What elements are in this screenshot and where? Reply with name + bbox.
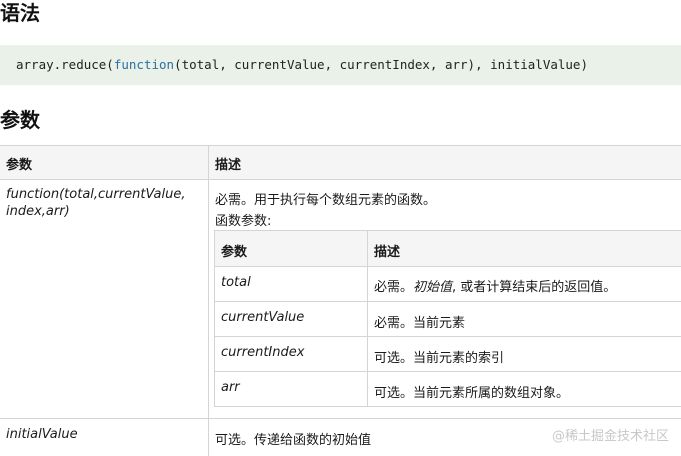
inner-header-desc: 描述: [374, 245, 401, 260]
inner-desc-total-italic: 初始值: [413, 280, 453, 295]
watermark: @稀土掘金技术社区: [551, 429, 669, 444]
param-initialvalue: initialValue: [6, 427, 78, 442]
param-function-line2: index,arr): [6, 204, 70, 219]
code-block: array.reduce(function(total, currentValu…: [0, 45, 681, 85]
inner-desc-total: 必需。初始值, 或者计算结束后的返回值。: [374, 276, 616, 295]
desc-function-line1: 必需。用于执行每个数组元素的函数。: [215, 193, 437, 208]
inner-header-param: 参数: [221, 245, 248, 260]
inner-param-arr: arr: [221, 380, 240, 395]
desc-initialvalue: 可选。传递给函数的初始值: [215, 433, 372, 448]
code-text-before: array.reduce(: [16, 57, 114, 72]
table-header-row: [0, 145, 681, 180]
inner-row-divider: [214, 336, 681, 337]
inner-row-divider: [214, 371, 681, 372]
table-header-desc: 描述: [215, 158, 242, 173]
inner-param-currentindex: currentIndex: [221, 345, 305, 360]
inner-table-left-border: [214, 230, 215, 407]
inner-table-divider-vertical: [367, 230, 368, 407]
desc-function-line2: 函数参数:: [215, 214, 272, 229]
inner-param-total: total: [221, 275, 251, 290]
inner-desc-total-pre: 必需。: [374, 280, 414, 295]
inner-table-bottom-border: [214, 406, 681, 407]
code-keyword-function: function: [113, 57, 175, 72]
table-row-divider: [0, 418, 681, 419]
inner-desc-currentindex: 可选。当前元素的索引: [374, 351, 505, 366]
table-header-param: 参数: [6, 158, 33, 173]
inner-row-divider: [214, 301, 681, 302]
param-function-line1: function(total,currentValue,: [6, 187, 186, 202]
inner-desc-arr: 可选。当前元素所属的数组对象。: [374, 386, 570, 401]
inner-table-header-row: [214, 230, 681, 267]
code-text-after: (total, currentValue, currentIndex, arr)…: [174, 57, 588, 72]
inner-param-currentvalue: currentValue: [221, 310, 305, 325]
inner-desc-currentvalue: 必需。当前元素: [374, 316, 466, 331]
section-heading-syntax: 语法: [0, 1, 40, 25]
table-divider-vertical: [208, 145, 209, 456]
section-heading-params: 参数: [0, 108, 40, 132]
inner-desc-total-post: , 或者计算结束后的返回值。: [452, 280, 617, 295]
